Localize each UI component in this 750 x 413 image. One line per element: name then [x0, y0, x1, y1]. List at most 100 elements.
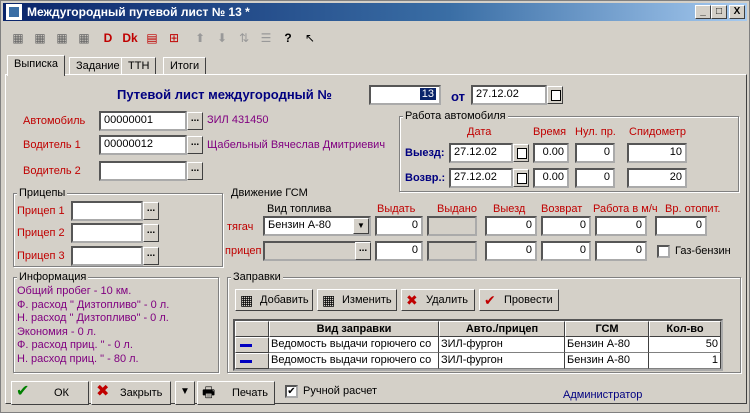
tab-vypiska[interactable]: Выписка: [7, 55, 66, 76]
ok-button[interactable]: ✔ ОК: [11, 381, 89, 405]
departure-calendar-icon[interactable]: [513, 144, 529, 162]
table-cell[interactable]: ЗИЛ-фургон: [439, 353, 565, 369]
col-time: Время: [533, 126, 567, 138]
col-refuel-vehicle[interactable]: Авто./прицеп: [439, 321, 565, 337]
return-speedo-field[interactable]: 20: [627, 168, 687, 188]
refuel-group-title: Заправки: [231, 271, 283, 283]
car-label: Автомобиль: [23, 115, 86, 127]
table-cell[interactable]: Ведомость выдачи горючего со: [269, 353, 439, 369]
car-select-button[interactable]: ...: [187, 112, 203, 130]
tractor-heat-field[interactable]: 0: [655, 216, 707, 236]
info-line: Н. расход приц. " - 80 л.: [17, 352, 139, 365]
driver1-code-field[interactable]: 00000012: [99, 135, 187, 155]
col-refuel-kind[interactable]: Вид заправки: [269, 321, 439, 337]
tab-itogi[interactable]: Итоги: [163, 57, 207, 75]
driver1-select-button[interactable]: ...: [187, 136, 203, 154]
departure-time-field[interactable]: 0.00: [533, 143, 569, 163]
return-time-field[interactable]: 0.00: [533, 168, 569, 188]
structure-icon[interactable]: ⊞: [165, 29, 183, 47]
trailer-issue-field[interactable]: 0: [375, 241, 423, 261]
trailer3-select-button[interactable]: ...: [143, 247, 159, 265]
delete-refuel-button[interactable]: ✖ Удалить: [401, 289, 475, 311]
work-group-title: Работа автомобиля: [403, 110, 508, 122]
trailer2-select-button[interactable]: ...: [143, 224, 159, 242]
table-cell[interactable]: Ведомость выдачи горючего со: [269, 337, 439, 353]
waybill-number-field[interactable]: 13: [369, 85, 441, 105]
sort-icon[interactable]: ⇅: [235, 29, 253, 47]
table-cell[interactable]: 1: [649, 353, 721, 369]
table-cell[interactable]: Бензин А-80: [565, 353, 649, 369]
maximize-button[interactable]: □: [711, 5, 727, 19]
gas-petrol-checkbox[interactable]: [657, 245, 670, 258]
driver2-label: Водитель 2: [23, 165, 81, 177]
help-icon[interactable]: ?: [279, 29, 297, 47]
driver2-code-field[interactable]: [99, 161, 187, 181]
trailer1-select-button[interactable]: ...: [143, 202, 159, 220]
add-refuel-button[interactable]: ▦ Добавить: [235, 289, 313, 311]
departure-zero-field[interactable]: 0: [575, 143, 615, 163]
debit-credit-icon[interactable]: Dk: [121, 29, 139, 47]
info-group-title: Информация: [17, 271, 89, 283]
arrow-down-icon[interactable]: ⬇: [213, 29, 231, 47]
delete-record-icon[interactable]: ▦: [75, 29, 93, 47]
edit-refuel-button[interactable]: ▦ Изменить: [317, 289, 397, 311]
departure-speedo-field[interactable]: 10: [627, 143, 687, 163]
post-refuel-button[interactable]: ✔ Провести: [479, 289, 559, 311]
debit-document-icon[interactable]: D: [99, 29, 117, 47]
tractor-work-field[interactable]: 0: [595, 216, 647, 236]
trailer2-field[interactable]: [71, 223, 143, 243]
trailer1-field[interactable]: [71, 201, 143, 221]
refuel-table[interactable]: Вид заправки Авто./прицеп ГСМ Кол-во Вед…: [233, 319, 723, 371]
edit-record-icon[interactable]: ▦: [53, 29, 71, 47]
title-bar[interactable]: Междугородный путевой лист № 13 * _ □ X: [3, 3, 747, 21]
tractor-depart-field[interactable]: 0: [485, 216, 537, 236]
tab-ttn[interactable]: ТТН: [121, 57, 157, 75]
trailer-return-field[interactable]: 0: [541, 241, 591, 261]
copy-record-icon[interactable]: ▦: [31, 29, 49, 47]
row-marker[interactable]: [235, 337, 269, 353]
waybill-date-field[interactable]: 27.12.02: [471, 85, 547, 105]
trailer3-field[interactable]: [71, 246, 143, 266]
tractor-issue-field[interactable]: 0: [375, 216, 423, 236]
calendar-icon[interactable]: [547, 86, 563, 104]
row-marker[interactable]: [235, 353, 269, 369]
app-icon: [6, 4, 22, 20]
col-date: Дата: [467, 126, 492, 138]
trailer-fuel-select-button[interactable]: ...: [355, 242, 371, 260]
col-refuel-fuel[interactable]: ГСМ: [565, 321, 649, 337]
col-speedo: Спидометр: [629, 126, 687, 138]
close-button[interactable]: ✖ Закрыть: [91, 381, 171, 405]
return-calendar-icon[interactable]: [513, 169, 529, 187]
minimize-button[interactable]: _: [695, 5, 711, 19]
car-code-field[interactable]: 00000001: [99, 111, 187, 131]
table-cell[interactable]: 50: [649, 337, 721, 353]
col-refuel-qty[interactable]: Кол-во: [649, 321, 721, 337]
print-dropdown-button[interactable]: ▼: [175, 381, 195, 405]
trailer-issued-field: [427, 241, 477, 261]
table-cell[interactable]: ЗИЛ-фургон: [439, 337, 565, 353]
driver1-label: Водитель 1: [23, 139, 81, 151]
tractor-fuel-dropdown-icon[interactable]: ▼: [353, 218, 369, 234]
print-button[interactable]: 🖶 Печать: [197, 381, 275, 405]
manual-calc-checkbox[interactable]: ✔: [285, 385, 298, 398]
page-title: Путевой лист междугородный №: [117, 87, 332, 102]
trailer-work-field[interactable]: 0: [595, 241, 647, 261]
arrow-up-icon[interactable]: ⬆: [191, 29, 209, 47]
context-help-icon[interactable]: ↖: [301, 29, 319, 47]
toolbar: ▦ ▦ ▦ ▦ D Dk ▤ ⊞ ⬆ ⬇ ⇅ ☰ ? ↖: [3, 25, 747, 49]
new-record-icon[interactable]: ▦: [9, 29, 27, 47]
tab-zadanie[interactable]: Задание: [69, 57, 127, 75]
departure-date-field[interactable]: 27.12.02: [449, 143, 513, 163]
list-icon[interactable]: ☰: [257, 29, 275, 47]
return-label: Возвр.:: [405, 172, 446, 184]
return-date-field[interactable]: 27.12.02: [449, 168, 513, 188]
return-zero-field[interactable]: 0: [575, 168, 615, 188]
tractor-return-field[interactable]: 0: [541, 216, 591, 236]
journal-icon[interactable]: ▤: [143, 29, 161, 47]
waybill-number-value: 13: [419, 88, 436, 100]
table-cell[interactable]: Бензин А-80: [565, 337, 649, 353]
driver2-select-button[interactable]: ...: [187, 162, 203, 180]
close-window-button[interactable]: X: [729, 5, 745, 19]
info-line: Общий пробег - 10 км.: [17, 285, 132, 297]
trailer-depart-field[interactable]: 0: [485, 241, 537, 261]
